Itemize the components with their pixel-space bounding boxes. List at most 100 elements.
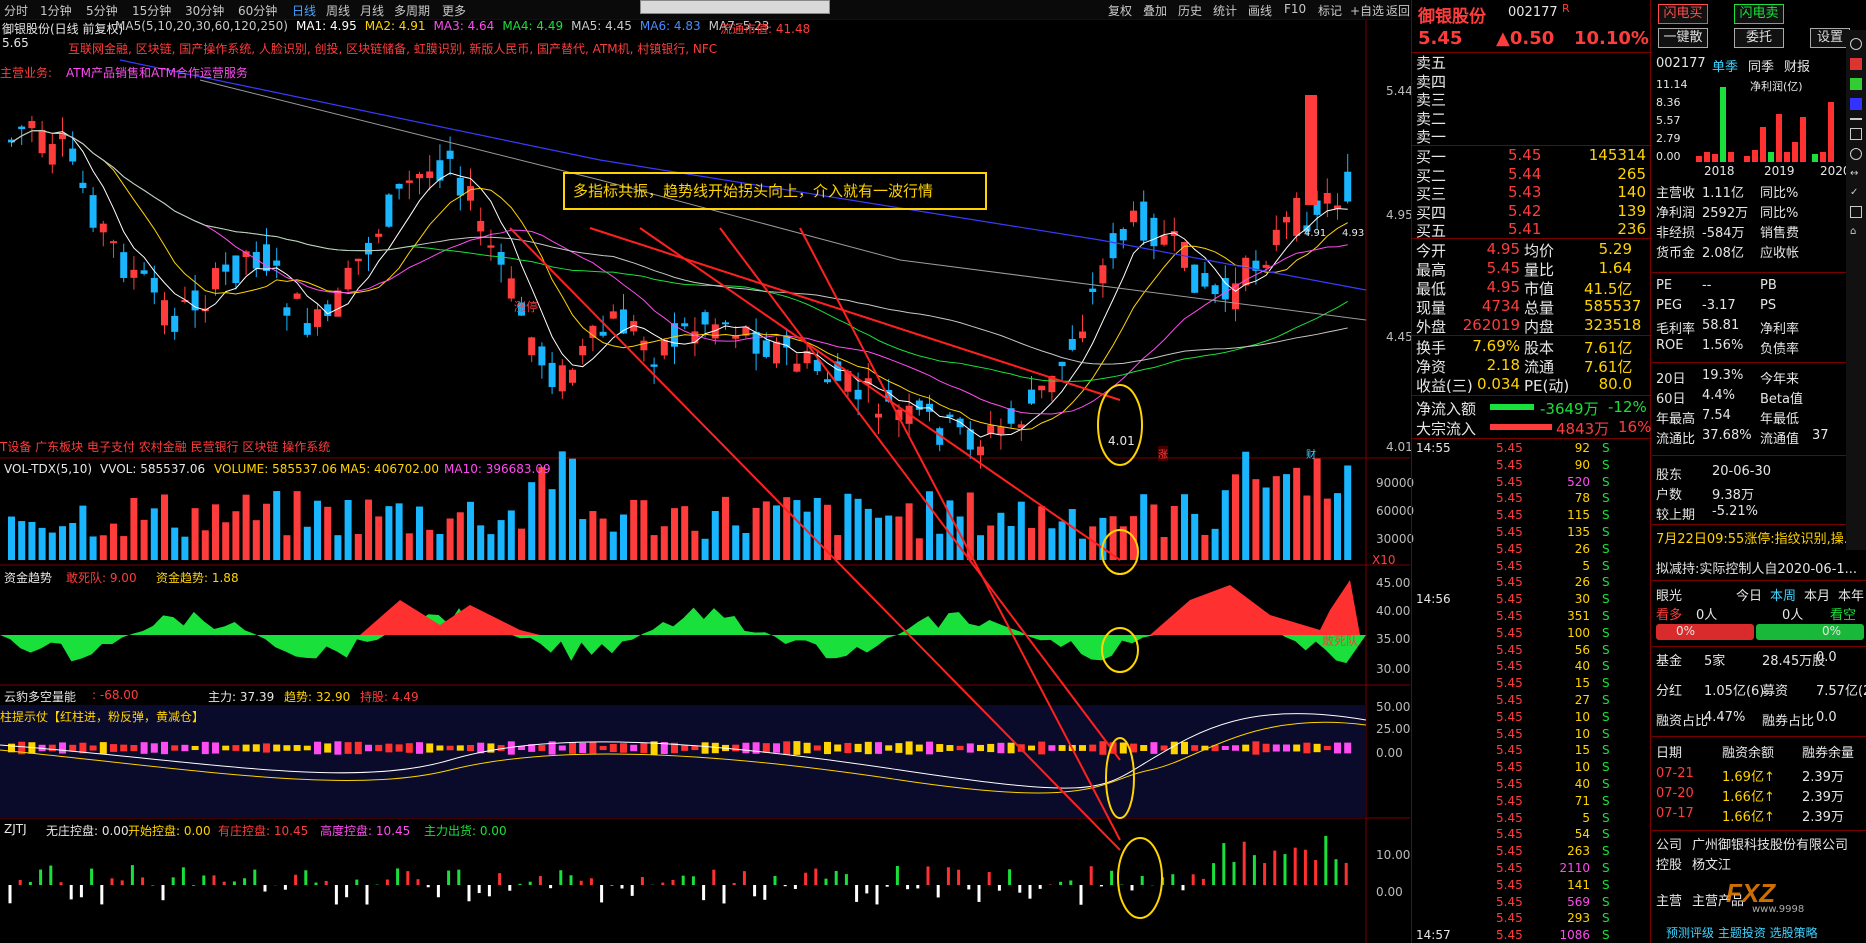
cloud-bar (691, 745, 699, 751)
eye-tab-week[interactable]: 本周 (1770, 585, 1796, 604)
period-multi[interactable]: 多周期 (394, 2, 430, 19)
f10-footer[interactable]: 预测评级 主题投资 选股策略 (1666, 924, 1818, 941)
cloud-bar (242, 744, 250, 752)
cloud-bar (171, 745, 179, 751)
kline-svg[interactable] (0, 20, 1410, 943)
candle-body (1211, 285, 1219, 295)
candle-body (334, 290, 342, 317)
volume-bar (314, 500, 321, 560)
candle-body (997, 426, 1005, 435)
flash-buy-button[interactable]: 闪电买 (1658, 4, 1708, 24)
tab-same-season[interactable]: 同季 (1748, 56, 1774, 75)
one-key-button[interactable]: 一键散 (1658, 28, 1708, 48)
period-more[interactable]: 更多 (442, 2, 466, 19)
fin-cell: -584万 (1702, 226, 1745, 241)
zjtj-axis-0: 10.00 (1376, 848, 1411, 862)
period-fenshi[interactable]: 分时 (4, 2, 28, 19)
eye-tab-today[interactable]: 今日 (1736, 585, 1762, 604)
tick-side: S (1602, 760, 1610, 775)
perf-cell: 37 (1812, 428, 1829, 443)
tick-time: 14:55 (1416, 441, 1451, 455)
netflow-label: 净流入额 (1416, 400, 1477, 418)
period-monthly[interactable]: 月线 (360, 2, 384, 19)
cloud-bar (1007, 742, 1015, 754)
fundrows-cell: 4.47% (1704, 710, 1746, 725)
kline-chart-area[interactable] (0, 20, 1410, 943)
line-tool-icon[interactable] (1850, 118, 1862, 120)
tick-volume: 351 (1567, 609, 1590, 623)
lock-tool-icon[interactable]: ⌂ (1850, 226, 1862, 237)
ellipse-tool-icon[interactable] (1850, 148, 1862, 160)
profit-bar (1820, 152, 1826, 162)
float-market-value: 流通市值: 41.48 (720, 22, 811, 36)
flash-sell-button[interactable]: 闪电卖 (1734, 4, 1784, 24)
tick-side: S (1602, 911, 1610, 926)
candle-body (1079, 331, 1086, 339)
volume-bar (1211, 528, 1219, 560)
tick-price: 5.45 (1496, 693, 1523, 707)
tool-fanhui[interactable]: 返回 (1386, 2, 1410, 19)
tool-lishi[interactable]: 历史 (1178, 2, 1202, 19)
volume-bar (1262, 487, 1270, 560)
drawing-toolbar[interactable] (640, 0, 830, 14)
margin-cell: 07-17 (1656, 806, 1694, 821)
period-30min[interactable]: 30分钟 (185, 2, 224, 19)
valblock-cell: -- (1702, 278, 1712, 293)
highlight-ellipse (1097, 384, 1143, 466)
tick-volume: 293 (1567, 911, 1590, 926)
period-60min[interactable]: 60分钟 (238, 2, 277, 19)
tool-huaxian[interactable]: 画线 (1248, 2, 1272, 19)
select-tool-icon[interactable] (1850, 206, 1862, 218)
news-1[interactable]: 7月22日09:55涨停:指纹识别,操... (1656, 528, 1856, 547)
cloud-bar (762, 743, 770, 753)
volume-bar (1303, 495, 1311, 560)
check-tool-icon[interactable]: ✓ (1850, 187, 1862, 198)
candle-body (354, 258, 362, 262)
tool-diejia[interactable]: 叠加 (1143, 2, 1167, 19)
green-tool-icon[interactable] (1850, 78, 1862, 90)
tick-side: S (1602, 777, 1610, 791)
period-5min[interactable]: 5分钟 (86, 2, 118, 19)
period-daily[interactable]: 日线 (292, 2, 316, 19)
bear-pct: 0% (1822, 624, 1842, 638)
news-2[interactable]: 拟减持:实际控制人自2020-06-1... (1656, 558, 1857, 577)
bull-bar[interactable] (1656, 624, 1754, 640)
main-business-label: 主营业务: (0, 66, 53, 80)
stats2-cell: 80.0 (1598, 375, 1632, 393)
candle-body (752, 331, 760, 354)
tool-tongji[interactable]: 统计 (1213, 2, 1237, 19)
holders-cell: -5.21% (1712, 504, 1758, 519)
blue-tool-icon[interactable] (1850, 98, 1862, 110)
tool-biaoji[interactable]: 标记 (1318, 2, 1342, 19)
tool-fuquan[interactable]: 复权 (1108, 2, 1132, 19)
period-weekly[interactable]: 周线 (326, 2, 350, 19)
tool-zixuan[interactable]: +自选 (1350, 2, 1384, 19)
cloud-bar (120, 744, 128, 752)
candle-body (161, 300, 168, 326)
volume-bar (650, 535, 658, 560)
red-tool-icon[interactable] (1850, 58, 1862, 70)
circle-tool-icon[interactable] (1850, 38, 1862, 50)
tab-single-season[interactable]: 单季 (1712, 56, 1738, 75)
volume-bar (803, 511, 811, 560)
tab-report[interactable]: 财报 (1784, 56, 1810, 75)
tick-price: 5.45 (1496, 793, 1523, 808)
volume-bar (436, 534, 444, 560)
entrust-button[interactable]: 委托 (1734, 28, 1784, 48)
bear-bar[interactable] (1756, 624, 1864, 640)
candle-body (1262, 264, 1270, 268)
rect-tool-icon[interactable] (1850, 128, 1862, 140)
volume-bar (722, 496, 729, 560)
tool-f10[interactable]: F10 (1284, 2, 1306, 16)
period-1min[interactable]: 1分钟 (40, 2, 72, 19)
cloud-bar (997, 742, 1005, 754)
arrow-tool-icon[interactable]: ↔ (1850, 168, 1862, 179)
candle-body (497, 251, 505, 265)
volume-bar (834, 535, 842, 560)
fundrows-cell: 基金 (1656, 654, 1683, 669)
settings-button[interactable]: 设置 (1810, 28, 1850, 48)
eye-tab-year[interactable]: 本年 (1838, 585, 1864, 604)
eye-tab-month[interactable]: 本月 (1804, 585, 1830, 604)
stats-cell: 4.95 (1486, 278, 1520, 296)
period-15min[interactable]: 15分钟 (132, 2, 171, 19)
